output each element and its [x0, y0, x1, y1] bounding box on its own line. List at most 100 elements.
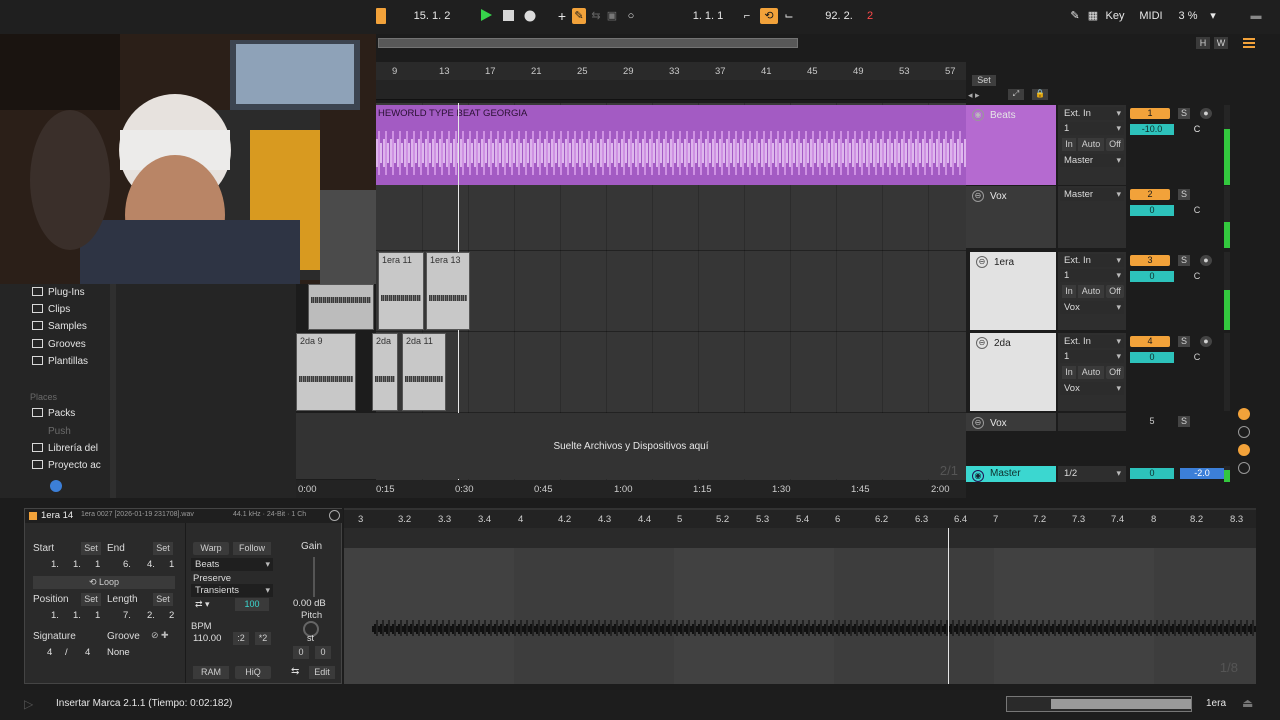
length-beat[interactable]: 2. — [147, 610, 155, 621]
time-ruler[interactable]: 0:00 0:15 0:30 0:45 1:00 1:15 1:30 1:45 … — [296, 480, 966, 498]
input-type-select[interactable]: Ext. In — [1060, 107, 1124, 120]
session-clip[interactable]: 1era 11 — [378, 252, 424, 330]
monitor-in-button[interactable]: In — [1062, 138, 1076, 151]
play-icon[interactable] — [478, 8, 494, 24]
transient-loop-mode-icon[interactable]: ⇄ ▾ — [195, 599, 210, 610]
solo-button[interactable]: S — [1178, 255, 1190, 266]
record-icon[interactable] — [522, 8, 538, 24]
track-name[interactable]: Vox — [990, 418, 1007, 429]
set-locator-button[interactable]: Set — [972, 75, 996, 86]
hiq-button[interactable]: HiQ — [235, 666, 271, 679]
browser-item-packs[interactable]: Packs — [32, 408, 75, 419]
sample-waveform-area[interactable]: 1/8 — [344, 548, 1256, 684]
length-bar[interactable]: 7. — [123, 610, 131, 621]
master-volume[interactable]: 0 — [1130, 468, 1174, 479]
monitor-in-button[interactable]: In — [1062, 366, 1076, 379]
automation-arm-icon[interactable]: ✎ — [572, 8, 586, 24]
back-to-arrangement-icon[interactable]: ⇆ — [590, 8, 602, 24]
arm-button[interactable]: ● — [1200, 336, 1212, 347]
track-header-vox2[interactable]: ⊖ Vox — [966, 413, 1056, 431]
gain-slider[interactable] — [313, 557, 315, 597]
arrangement-position[interactable]: 15. 1. 2 — [400, 8, 464, 24]
mixer-toggle-icon[interactable] — [1238, 462, 1250, 474]
lock-icon[interactable]: 🔒 — [1032, 89, 1048, 100]
position-bar[interactable]: 1. — [51, 610, 59, 621]
output-select[interactable]: Vox — [1060, 382, 1124, 395]
beat-time-ruler[interactable]: 9 13 17 21 25 29 33 37 41 45 49 53 57 — [376, 62, 966, 80]
monitor-off-button[interactable]: Off — [1106, 138, 1124, 151]
menu-icon[interactable] — [1242, 36, 1256, 50]
preserve-select[interactable]: Transients — [191, 584, 273, 597]
master-output-select[interactable]: 1/2 — [1060, 467, 1124, 480]
locator-nav-icon[interactable]: ◂ ▸ — [968, 90, 980, 101]
end-bar[interactable]: 6. — [123, 559, 131, 570]
gain-value[interactable]: 0.00 dB — [293, 598, 326, 609]
browser-item-clips[interactable]: Clips — [32, 304, 70, 315]
volume-field[interactable]: 0 — [1130, 271, 1174, 282]
start-beat[interactable]: 1. — [73, 559, 81, 570]
browser-item-grooves[interactable]: Grooves — [32, 339, 86, 350]
track-activator[interactable]: 2 — [1130, 189, 1170, 200]
loop-switch-icon[interactable]: ⟲ — [760, 8, 778, 24]
track-header-beats[interactable]: ◉ Beats — [966, 105, 1056, 185]
track-activator[interactable]: 1 — [1130, 108, 1170, 119]
output-select[interactable]: Master — [1060, 154, 1124, 167]
status-scroll-thumb[interactable] — [1051, 699, 1191, 709]
punch-out-icon[interactable]: ⌙ — [782, 8, 796, 24]
pan-field[interactable]: C — [1190, 124, 1204, 135]
input-channel-select[interactable]: 1 — [1060, 350, 1124, 363]
loop-start[interactable]: 1. 1. 1 — [680, 8, 736, 24]
cue-icon[interactable] — [1238, 408, 1250, 420]
pitch-cents[interactable]: 0 — [315, 646, 331, 659]
track-name[interactable]: 2da — [994, 338, 1011, 349]
position-sixteenth[interactable]: 1 — [95, 610, 100, 621]
input-type-select[interactable]: Ext. In — [1060, 254, 1124, 267]
session-clip[interactable]: 2da 9 — [296, 333, 356, 411]
signature-denominator[interactable]: 4 — [85, 647, 90, 658]
end-set-button[interactable]: Set — [153, 542, 173, 555]
cpu-dropdown-icon[interactable]: ▾ — [1208, 8, 1218, 24]
track-fold-icon[interactable]: ⊖ — [976, 337, 988, 349]
track-name[interactable]: 1era — [994, 257, 1014, 268]
volume-field[interactable]: -10.0 — [1130, 124, 1174, 135]
beats-audio-clip[interactable]: HEWORLD TYPE BEAT GEORGIA — [376, 105, 966, 185]
start-sixteenth[interactable]: 1 — [95, 559, 100, 570]
track-number[interactable]: 5 — [1130, 416, 1174, 427]
master-pan[interactable]: -2.0 — [1180, 468, 1224, 479]
pan-field[interactable]: C — [1190, 205, 1204, 216]
sample-editor[interactable]: 1/8 — [344, 508, 1256, 684]
groove-select[interactable]: None — [107, 647, 130, 658]
groove-hotswap-icon[interactable]: ⊘ ✚ — [151, 630, 169, 641]
solo-button[interactable]: S — [1178, 416, 1190, 427]
browser-scrollbar[interactable] — [110, 284, 116, 498]
track-activator[interactable]: 3 — [1130, 255, 1170, 266]
track-name[interactable]: Beats — [990, 110, 1016, 121]
overview-viewport[interactable] — [378, 38, 798, 48]
monitor-auto-button[interactable]: Auto — [1078, 138, 1104, 151]
monitor-auto-button[interactable]: Auto — [1078, 285, 1104, 298]
fold-icon[interactable]: ⤢ — [1008, 89, 1024, 100]
input-channel-select[interactable]: 1 — [1060, 269, 1124, 282]
locator-lane[interactable] — [376, 80, 966, 100]
browser-item-samples[interactable]: Samples — [32, 321, 87, 332]
solo-button[interactable]: S — [1178, 336, 1190, 347]
punch-in-icon[interactable]: ⌐ — [740, 8, 754, 24]
solo-button[interactable]: S — [1178, 108, 1190, 119]
end-sixteenth[interactable]: 1 — [169, 559, 174, 570]
track-header-master[interactable]: ◉ Master — [966, 466, 1056, 482]
sample-playhead[interactable] — [948, 528, 949, 684]
track-fold-icon[interactable]: ⊖ — [976, 256, 988, 268]
signature-numerator[interactable]: 4 — [47, 647, 52, 658]
input-type-select[interactable]: Ext. In — [1060, 335, 1124, 348]
double-tempo-button[interactable]: *2 — [255, 632, 271, 645]
arm-button[interactable]: ● — [1200, 108, 1212, 119]
track-name[interactable]: Master — [990, 468, 1021, 479]
position-beat[interactable]: 1. — [73, 610, 81, 621]
draw-mode-icon[interactable]: ✎ — [1068, 8, 1082, 24]
keyboard-icon[interactable]: ▦ — [1086, 8, 1100, 24]
length-sixteenth[interactable]: 2 — [169, 610, 174, 621]
browser-item-plantillas[interactable]: Plantillas — [32, 356, 88, 367]
output-select[interactable]: Master — [1060, 188, 1124, 201]
transient-envelope-field[interactable]: 100 — [235, 598, 269, 611]
pan-field[interactable]: C — [1190, 352, 1204, 363]
